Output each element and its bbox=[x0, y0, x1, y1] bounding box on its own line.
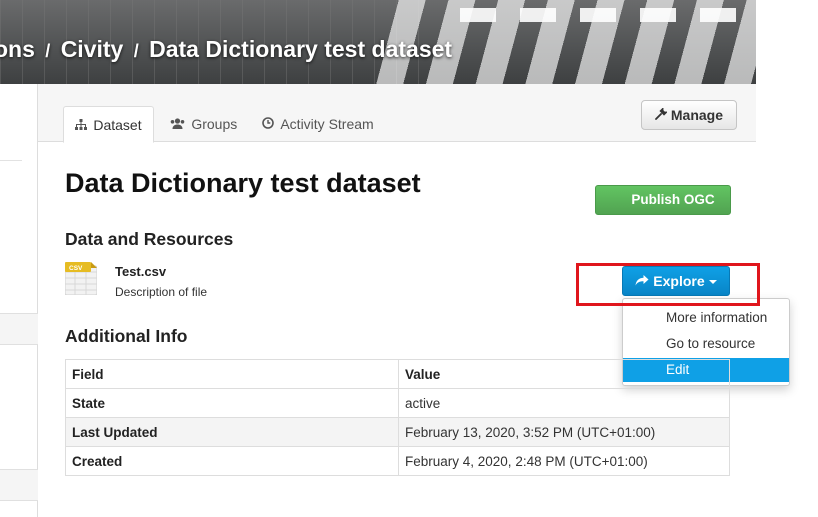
tab-label: Groups bbox=[191, 116, 238, 132]
hero-banner: ons / Civity / Data Dictionary test data… bbox=[0, 0, 756, 84]
table-header-value: Value bbox=[398, 359, 730, 389]
page-margin bbox=[756, 0, 818, 517]
table-row: State active bbox=[65, 388, 730, 418]
menu-item-go-to-resource[interactable]: Go to resource bbox=[623, 332, 789, 356]
wrench-icon bbox=[655, 106, 671, 123]
sidebar-band bbox=[0, 469, 38, 501]
table-row: Last Updated February 13, 2020, 3:52 PM … bbox=[65, 417, 730, 447]
tab-activity-stream[interactable]: Activity Stream bbox=[251, 106, 385, 143]
breadcrumb: ons / Civity / Data Dictionary test data… bbox=[0, 36, 452, 63]
clock-icon bbox=[262, 117, 277, 132]
table-cell-field: State bbox=[65, 388, 399, 418]
sitemap-icon bbox=[75, 119, 90, 133]
sidebar-band bbox=[0, 313, 38, 345]
additional-info-heading: Additional Info bbox=[65, 326, 188, 346]
manage-button-label: Manage bbox=[670, 107, 723, 123]
breadcrumb-item-civity[interactable]: Civity bbox=[61, 36, 124, 62]
table-cell-value: February 13, 2020, 3:52 PM (UTC+01:00) bbox=[398, 417, 730, 447]
table-cell-value: February 4, 2020, 2:48 PM (UTC+01:00) bbox=[398, 446, 730, 476]
tab-bar: Dataset Groups Activity Stream Manage bbox=[38, 84, 756, 143]
users-icon bbox=[170, 118, 188, 132]
additional-info-table: Field Value State active Last Updated Fe… bbox=[65, 359, 730, 476]
sidebar bbox=[0, 84, 38, 517]
table-header-field: Field bbox=[65, 359, 399, 389]
menu-item-more-information[interactable]: More information bbox=[623, 306, 789, 330]
resource-title[interactable]: Test.csv bbox=[115, 264, 166, 279]
table-cell-field: Created bbox=[65, 446, 399, 476]
page-title: Data Dictionary test dataset bbox=[65, 168, 421, 198]
table-cell-field: Last Updated bbox=[65, 417, 399, 447]
breadcrumb-item-organizations[interactable]: ons bbox=[0, 36, 35, 62]
csv-icon-label: CSV bbox=[69, 265, 83, 272]
table-header-row: Field Value bbox=[65, 359, 730, 389]
breadcrumb-item-dataset[interactable]: Data Dictionary test dataset bbox=[149, 36, 452, 62]
breadcrumb-separator: / bbox=[133, 41, 139, 61]
breadcrumb-separator: / bbox=[45, 41, 51, 61]
sidebar-divider bbox=[0, 160, 22, 161]
tab-groups[interactable]: Groups bbox=[159, 106, 248, 143]
publish-ogc-button[interactable]: Publish OGC bbox=[595, 185, 731, 215]
csv-file-icon[interactable]: CSV bbox=[64, 262, 98, 296]
tab-label: Dataset bbox=[93, 117, 142, 133]
resources-heading: Data and Resources bbox=[65, 229, 234, 249]
table-cell-value: active bbox=[398, 388, 730, 418]
tab-label: Activity Stream bbox=[280, 116, 374, 132]
resource-description: Description of file bbox=[115, 285, 208, 299]
tab-dataset[interactable]: Dataset bbox=[63, 106, 154, 143]
table-row: Created February 4, 2020, 2:48 PM (UTC+0… bbox=[65, 446, 730, 476]
highlight-box bbox=[576, 263, 760, 306]
manage-button[interactable]: Manage bbox=[641, 100, 737, 130]
